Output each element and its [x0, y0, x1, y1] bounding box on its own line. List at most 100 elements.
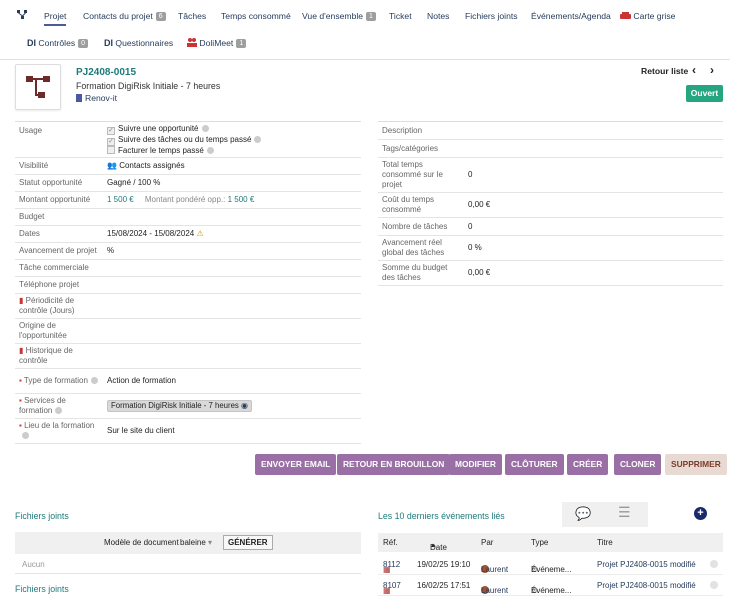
tab-fichiers[interactable]: Fichiers joints: [465, 6, 518, 26]
project-title: Formation DigiRisk Initiale - 7 heures: [76, 81, 221, 91]
event-date: 19/02/25 19:10: [417, 560, 471, 569]
tab-controles[interactable]: DI Contrôles 0: [27, 33, 89, 53]
row-tache: Tâche commerciale: [15, 260, 361, 277]
status-badge: Ouvert: [686, 85, 723, 102]
tab-bar: Projet Contacts du projet 6 Tâches Temps …: [0, 0, 730, 60]
events-table-header: Réf. ▲ Date Par Type Titre: [378, 533, 723, 552]
field-label: ▪ Lieu de la formation: [15, 419, 103, 443]
info-icon: [206, 146, 214, 154]
delete-button[interactable]: SUPPRIMER: [665, 454, 727, 475]
create-button[interactable]: CRÉER: [567, 454, 609, 475]
generate-button[interactable]: GÉNÉRER: [223, 535, 273, 550]
clone-button[interactable]: CLONER: [614, 454, 662, 475]
files-empty: Aucun: [22, 560, 45, 569]
field-label: Total temps consommé sur le projet: [382, 160, 443, 189]
model-select[interactable]: baleine ▾: [180, 538, 212, 547]
tab-contacts[interactable]: Contacts du projet 6: [83, 6, 166, 26]
event-ref[interactable]: ▦ 8112: [383, 560, 400, 574]
row-total-temps: Total temps consommé sur le projet 0: [378, 158, 723, 193]
list-icon[interactable]: ☰: [618, 504, 631, 521]
people-icon: ▪: [19, 396, 22, 405]
field-label: ▪ Services de formation: [19, 396, 66, 415]
field-value: Action de formation: [107, 376, 176, 385]
row-services: ▪ Services de formation Formation DigiRi…: [15, 394, 361, 419]
send-email-button[interactable]: ENVOYER EMAIL: [255, 454, 337, 475]
col-titre[interactable]: Titre: [597, 538, 613, 547]
event-date: 16/02/25 17:51: [417, 581, 471, 590]
tab-dolimeet[interactable]: DoliMeet 1: [187, 33, 247, 53]
checkbox-checked[interactable]: ✓: [107, 137, 115, 146]
field-label: Visibilité: [19, 161, 49, 170]
row-periodicite: ▮ Périodicité de contrôle (Jours): [15, 294, 361, 319]
project-summary: Description Tags/catégories Total temps …: [378, 121, 723, 286]
tab-projet[interactable]: Projet: [44, 6, 67, 26]
tab-taches[interactable]: Tâches: [178, 6, 206, 26]
tab-evenements[interactable]: Événements/Agenda: [531, 6, 611, 26]
table-row[interactable]: ▦ 8112 19/02/25 19:10 Laurent ⚙ Événeme.…: [378, 555, 723, 575]
tab-questionnaires[interactable]: DI Questionnaires: [104, 33, 173, 53]
count-badge: 6: [155, 12, 166, 21]
comments-icon[interactable]: 💬: [575, 506, 591, 522]
col-ref[interactable]: Réf.: [383, 538, 398, 547]
tab-temps[interactable]: Temps consommé: [221, 6, 291, 26]
next-arrow-icon[interactable]: ›: [710, 63, 714, 77]
field-label: Tâche commerciale: [19, 263, 89, 272]
model-label: Modèle de document: [104, 538, 179, 547]
checkbox-unchecked[interactable]: [107, 145, 115, 154]
car-icon: [620, 12, 631, 19]
info-icon: [90, 377, 98, 384]
row-montant: Montant opportunité 1 500 € Montant pond…: [15, 192, 361, 209]
people-icon: [187, 38, 197, 47]
row-visibilite: Visibilité 👥 Contacts assignés: [15, 158, 361, 175]
field-label: Avancement réel global des tâches: [382, 238, 445, 257]
field-label: Coût du temps consommé: [382, 195, 435, 214]
back-to-draft-button[interactable]: RETOUR EN BROUILLON: [337, 454, 451, 475]
field-label: ▮ Historique de contrôle: [19, 346, 73, 365]
event-ref[interactable]: ▦ 8107: [383, 581, 401, 595]
row-usage: Usage ✓ Suivre une opportunité ✓ Suivre de…: [15, 122, 361, 158]
tab-carte-grise[interactable]: Carte grise: [620, 6, 675, 26]
status-dot: [710, 560, 718, 568]
row-nb-taches: Nombre de tâches 0: [378, 218, 723, 236]
row-telephone: Téléphone projet: [15, 277, 361, 294]
col-type[interactable]: Type: [531, 538, 548, 547]
field-value: Sur le site du client: [107, 426, 175, 435]
project-logo: [15, 64, 61, 110]
event-title[interactable]: Projet PJ2408-0015 modifié: [597, 560, 696, 569]
clipboard-icon: ▮: [19, 296, 24, 305]
checkbox-checked[interactable]: ✓: [107, 126, 115, 135]
calendar-icon: ▦: [383, 586, 391, 595]
row-budget: Budget: [15, 209, 361, 226]
digirisk-icon: DI: [104, 38, 113, 48]
row-historique: ▮ Historique de contrôle: [15, 344, 361, 369]
col-par[interactable]: Par: [481, 538, 493, 547]
tab-notes[interactable]: Notes: [427, 6, 449, 26]
row-cout-temps: Coût du temps consommé 0,00 €: [378, 193, 723, 218]
usage-option: Facturer le temps passé: [107, 145, 357, 156]
prev-arrow-icon[interactable]: ‹: [692, 63, 696, 77]
tab-vue-ensemble[interactable]: Vue d'ensemble 1: [302, 6, 376, 26]
table-row[interactable]: ▦ 8107 16/02/25 17:51 Laurent ⚙ Événeme.…: [378, 576, 723, 596]
close-button[interactable]: CLÔTURER: [505, 454, 564, 475]
info-icon: [55, 407, 63, 414]
tab-ticket[interactable]: Ticket: [389, 6, 412, 26]
hierarchy-icon[interactable]: [17, 6, 28, 26]
events-title: Les 10 derniers événements liés: [378, 511, 505, 521]
add-event-icon[interactable]: +: [694, 507, 707, 520]
service-chip[interactable]: Formation DigiRisk Initiale - 7 heures ◉: [107, 400, 252, 412]
eye-icon[interactable]: ◉: [241, 401, 248, 410]
model-bar: Modèle de document baleine ▾ GÉNÉRER: [15, 532, 361, 554]
event-title[interactable]: Projet PJ2408-0015 modifié: [597, 581, 696, 590]
field-label: Origine de l'opportunitée: [19, 321, 67, 340]
info-icon: [22, 432, 29, 439]
field-label: Nombre de tâches: [382, 221, 448, 231]
field-label: Usage: [19, 126, 43, 135]
people-icon: ▪: [19, 376, 22, 385]
modify-button[interactable]: MODIFIER: [449, 454, 502, 475]
usage-option: ✓ Suivre des tâches ou du temps passé: [107, 135, 357, 146]
row-description: Description: [378, 122, 723, 140]
digirisk-icon: DI: [27, 38, 36, 48]
back-list-link[interactable]: Retour liste: [641, 66, 688, 76]
status-dot: [710, 581, 718, 589]
thirdparty-link[interactable]: Renov-it: [76, 93, 117, 103]
